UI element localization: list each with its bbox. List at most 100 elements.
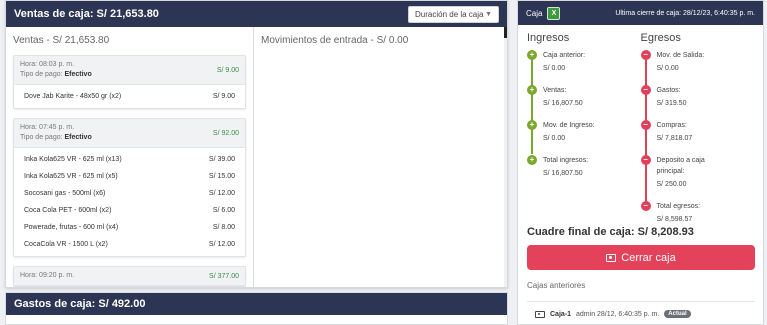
income-entry-label: Total ingresos: bbox=[543, 157, 589, 164]
income-entry-amount: S/ 0.00 bbox=[543, 65, 566, 72]
sale-item-name: CocaCola VR - 1500 L (x2) bbox=[24, 241, 108, 248]
income-expense-summary: Ingresos + Caja anterior: S/ 0.00 + Vent… bbox=[518, 25, 763, 223]
sale-item-name: Inka Kola625 VR - 625 ml (x5) bbox=[24, 173, 118, 180]
cash-summary-panel: Caja X Ultima cierre de caja: 28/12/23, … bbox=[517, 0, 764, 325]
expenses-header: Gastos de caja: S/ 492.00 bbox=[6, 293, 507, 315]
scrollbar-thumb[interactable] bbox=[504, 27, 507, 38]
expense-entry-label: Compras: bbox=[656, 122, 687, 129]
expenses-title: Gastos de caja: S/ 492.00 bbox=[14, 298, 146, 310]
excel-export-icon[interactable]: X bbox=[547, 6, 561, 20]
plus-circle-icon: + bbox=[527, 155, 537, 165]
income-entry: + Caja anterior: S/ 0.00 bbox=[527, 50, 641, 74]
sales-column: Ventas - S/ 21,653.80 Hora: 08:03 p. m. … bbox=[6, 27, 254, 287]
sale-time: Hora: 07:45 p. m. bbox=[20, 124, 75, 131]
expense-entry-label: Total egresos: bbox=[656, 203, 701, 210]
minus-circle-icon: − bbox=[640, 155, 651, 165]
minus-circle-icon: − bbox=[640, 201, 651, 211]
scrollbar[interactable] bbox=[504, 27, 507, 287]
sale-item: Dove Jab Karite - 48x50 gr (x2) S/ 9.00 bbox=[24, 88, 235, 105]
sale-payment: Tipo de pago: Efectivo bbox=[20, 71, 92, 78]
close-register-button[interactable]: Cerrar caja bbox=[527, 245, 755, 270]
sale-card-header: Hora: 07:45 p. m. Tipo de pago: Efectivo… bbox=[14, 119, 245, 148]
sale-item-price: S/ 12.00 bbox=[208, 241, 235, 248]
sale-card-header: Hora: 09:20 p. m. S/ 377.00 bbox=[14, 267, 245, 286]
income-entry-amount: S/ 16,807.50 bbox=[543, 170, 583, 177]
sale-item-price: S/ 15.00 bbox=[208, 173, 235, 180]
status-badge: Actual bbox=[664, 310, 691, 318]
cash-register-screen: Ventas de caja: S/ 21,653.80 Duración de… bbox=[0, 0, 767, 325]
previous-register-name: Caja-1 bbox=[550, 310, 572, 318]
sale-card[interactable]: Hora: 09:20 p. m. S/ 377.00 bbox=[13, 266, 246, 287]
entry-movements-column: Movimientos de entrada - S/ 0.00 bbox=[254, 27, 507, 287]
income-entry-amount: S/ 0.00 bbox=[543, 135, 566, 142]
sale-card[interactable]: Hora: 08:03 p. m. Tipo de pago: Efectivo… bbox=[13, 55, 246, 109]
income-entry-amount: S/ 16,807.50 bbox=[543, 100, 583, 107]
sale-item-name: Coca Cola PET - 600ml (x2) bbox=[24, 207, 112, 214]
sale-total: S/ 9.00 bbox=[216, 66, 239, 74]
sale-item: Coca Cola PET - 600ml (x2) S/ 6.00 bbox=[24, 202, 235, 219]
expense-entry: − Compras: S/ 7,818.07 bbox=[640, 120, 755, 144]
expense-entry-amount: S/ 319.50 bbox=[656, 100, 687, 107]
income-entry-label: Mov. de Ingreso: bbox=[543, 122, 595, 129]
sale-item-price: S/ 9.00 bbox=[212, 93, 235, 100]
expense-entry-amount: S/ 250.00 bbox=[656, 181, 687, 188]
sale-item-name: Dove Jab Karite - 48x50 gr (x2) bbox=[24, 93, 122, 100]
sale-item-price: S/ 8.00 bbox=[212, 224, 235, 231]
plus-circle-icon: + bbox=[527, 120, 537, 130]
sale-payment-type: Efectivo bbox=[64, 134, 92, 141]
sale-card-header: Hora: 08:03 p. m. Tipo de pago: Efectivo… bbox=[14, 56, 245, 85]
income-entry-label: Caja anterior: bbox=[543, 52, 586, 59]
previous-register-detail: admin 28/12, 6:40:35 p. m. bbox=[576, 310, 660, 318]
sales-title: Ventas de caja: S/ 21,653.80 bbox=[14, 8, 159, 20]
income-timeline bbox=[531, 56, 533, 154]
plus-circle-icon: + bbox=[527, 50, 537, 60]
income-entry: + Ventas: S/ 16,807.50 bbox=[527, 85, 641, 109]
sale-total: S/ 377.00 bbox=[209, 272, 239, 280]
sale-item-price: S/ 6.00 bbox=[212, 207, 235, 214]
final-balance: Cuadre final de caja: S/ 8,208.93 bbox=[527, 226, 694, 238]
duration-select-value: Duración de la caja bbox=[415, 9, 484, 19]
minus-circle-icon: − bbox=[640, 85, 651, 95]
minus-circle-icon: − bbox=[640, 120, 651, 130]
sale-time: Hora: 08:03 p. m. bbox=[20, 61, 75, 68]
expense-title: Egresos bbox=[640, 32, 681, 44]
sale-item-name: Inka Kola625 VR - 625 ml (x13) bbox=[24, 156, 122, 163]
expense-entry: − Mov. de Salida: S/ 0.00 bbox=[640, 50, 755, 74]
income-entry-label: Ventas: bbox=[543, 87, 567, 94]
sale-item: Socosani gas - 500ml (x6) S/ 12.00 bbox=[24, 185, 235, 202]
expense-entry: − Gastos: S/ 319.50 bbox=[640, 85, 755, 109]
expense-entry-amount: S/ 8,598.57 bbox=[656, 216, 693, 223]
expense-entry-label: Deposito a caja principal: bbox=[656, 157, 705, 175]
sales-panel: Ventas de caja: S/ 21,653.80 Duración de… bbox=[5, 0, 508, 288]
previous-register-item[interactable]: Caja-1 admin 28/12, 6:40:35 p. m. Actual bbox=[527, 301, 755, 324]
income-title: Ingresos bbox=[527, 32, 570, 44]
duration-select[interactable]: Duración de la caja ▼ bbox=[408, 5, 499, 23]
chevron-down-icon: ▼ bbox=[485, 10, 492, 18]
close-register-label: Cerrar caja bbox=[621, 251, 676, 264]
expense-timeline bbox=[644, 56, 647, 204]
expense-entry: − Total egresos: S/ 8,598.57 bbox=[640, 201, 755, 225]
expense-entry-label: Mov. de Salida: bbox=[656, 52, 705, 59]
sale-items: Dove Jab Karite - 48x50 gr (x2) S/ 9.00 bbox=[14, 85, 245, 108]
expense-entry-amount: S/ 0.00 bbox=[656, 65, 679, 72]
sale-card[interactable]: Hora: 07:45 p. m. Tipo de pago: Efectivo… bbox=[13, 118, 246, 257]
sale-item: CocaCola VR - 1500 L (x2) S/ 12.00 bbox=[24, 236, 235, 253]
sale-item-name: Powerade, frutas - 600 ml (x4) bbox=[24, 224, 119, 231]
entry-movements-title: Movimientos de entrada - S/ 0.00 bbox=[261, 35, 409, 46]
sale-total: S/ 92.00 bbox=[212, 129, 239, 137]
sale-item: Inka Kola625 VR - 625 ml (x5) S/ 15.00 bbox=[24, 168, 235, 185]
income-entry: + Total ingresos: S/ 16,807.50 bbox=[527, 155, 641, 179]
sales-column-title: Ventas - S/ 21,653.80 bbox=[13, 35, 110, 46]
cash-header: Caja X Ultima cierre de caja: 28/12/23, … bbox=[518, 1, 763, 25]
previous-registers-title: Cajas anteriores bbox=[527, 281, 586, 290]
plus-circle-icon: + bbox=[527, 85, 537, 95]
income-entry: + Mov. de Ingreso: S/ 0.00 bbox=[527, 120, 641, 144]
sale-item: Powerade, frutas - 600 ml (x4) S/ 8.00 bbox=[24, 219, 235, 236]
expenses-panel: Gastos de caja: S/ 492.00 bbox=[5, 292, 508, 325]
expense-entry-amount: S/ 7,818.07 bbox=[656, 135, 693, 142]
expense-entry-label: Gastos: bbox=[656, 87, 681, 94]
sales-body: Ventas - S/ 21,653.80 Hora: 08:03 p. m. … bbox=[6, 27, 507, 287]
sales-header: Ventas de caja: S/ 21,653.80 Duración de… bbox=[6, 1, 507, 27]
sale-items: Inka Kola625 VR - 625 ml (x13) S/ 39.00 … bbox=[14, 148, 245, 256]
income-column: Ingresos + Caja anterior: S/ 0.00 + Vent… bbox=[527, 32, 641, 215]
